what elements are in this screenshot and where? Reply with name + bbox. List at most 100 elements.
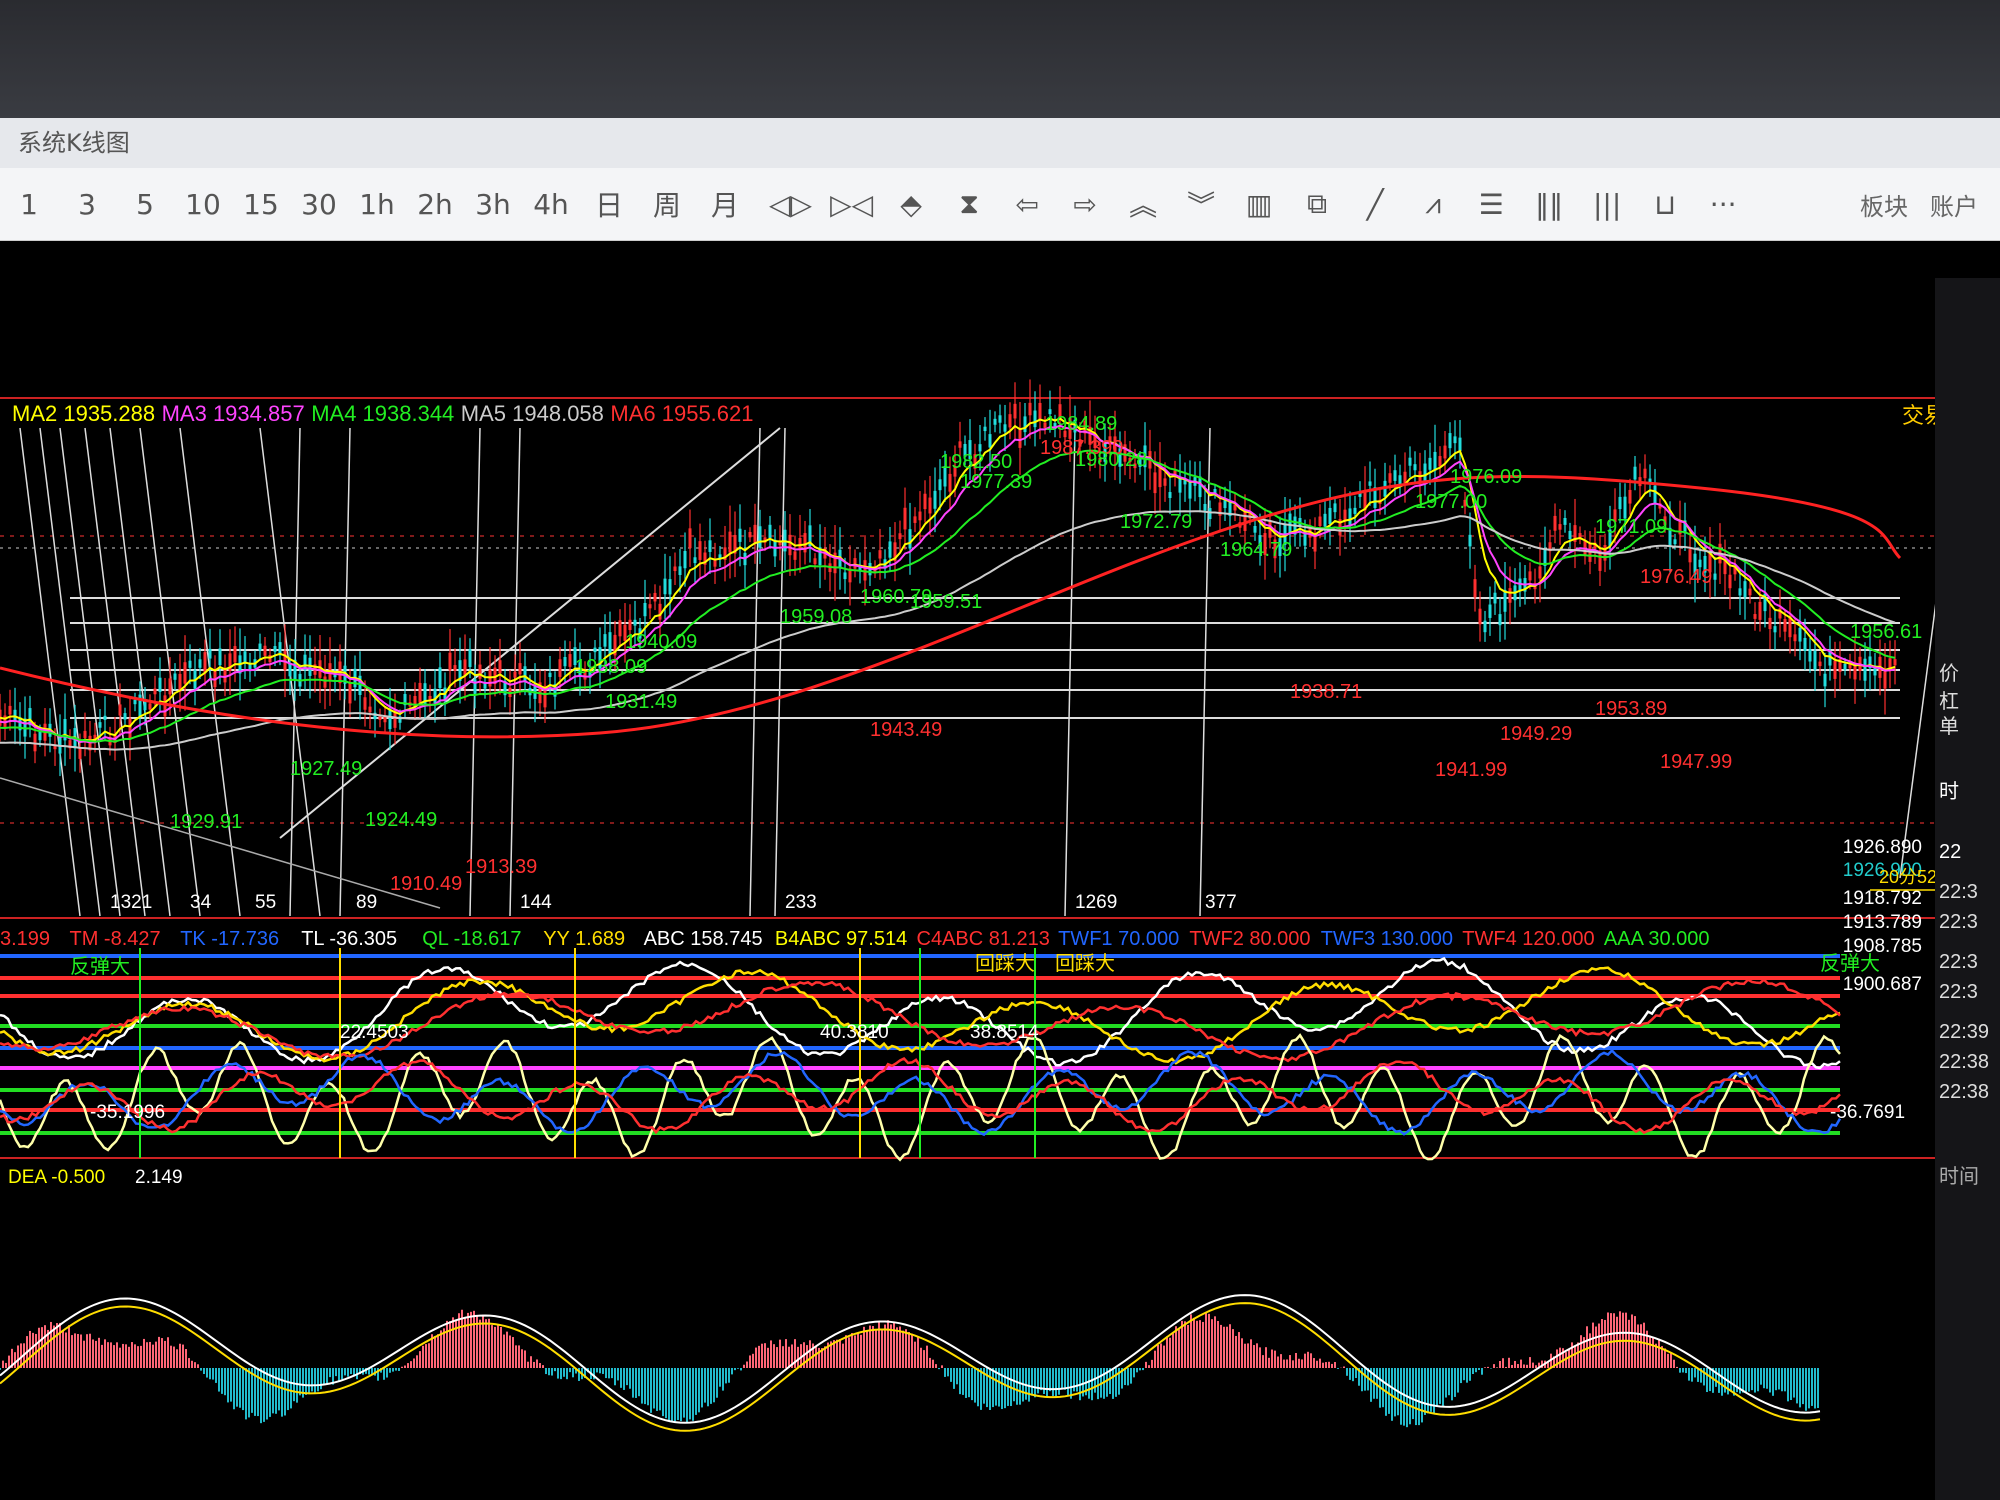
candle-body (1818, 661, 1822, 667)
price-extreme-label: 1980.28 (1075, 449, 1147, 471)
candle-body (388, 708, 392, 730)
indicator-annotation: 回踩大 (975, 952, 1035, 975)
bars-icon[interactable]: ‖‖ (1529, 188, 1569, 221)
candle-body (1468, 534, 1472, 547)
candle-body (518, 663, 522, 675)
zigzag-icon[interactable]: ⩘ (1413, 187, 1453, 221)
candle-body (1413, 464, 1417, 471)
candle-body (218, 648, 222, 666)
candle-body (1538, 566, 1542, 579)
candle-body (1188, 480, 1192, 499)
candle-body (1448, 433, 1452, 449)
indicator-value-label: -36.7691 (1830, 1102, 1905, 1123)
period-button-1[interactable]: 3 (67, 188, 107, 221)
layout-icon[interactable]: ▥ (1239, 188, 1279, 221)
candle-body (273, 646, 277, 652)
indicator-annotation: 反弹大 (1820, 952, 1880, 975)
candle-body (163, 695, 167, 717)
period-button-0[interactable]: 1 (9, 188, 49, 221)
candle-body (368, 706, 372, 713)
list-icon[interactable]: ☰ (1471, 188, 1511, 221)
macd-legend-0: DEA -0.500 (8, 1167, 105, 1188)
candle-body (348, 682, 352, 704)
period-buttons: 1 3 5 10 15 30 1h 2h 3h 4h 日周月 (0, 184, 754, 224)
double-up-icon[interactable]: ︽ (1123, 184, 1163, 224)
period-button-4[interactable]: 15 (241, 188, 281, 221)
price-extreme-label: 1971.09 (1595, 516, 1667, 538)
fib-vertical-line (19, 427, 81, 917)
period-button-5[interactable]: 30 (299, 188, 339, 221)
monitor-bezel (0, 0, 2000, 120)
candle-body (1008, 414, 1012, 428)
draw-line-icon[interactable]: ╱ (1355, 188, 1395, 221)
candle-body (258, 643, 262, 651)
candle-body (1018, 428, 1022, 448)
moving-average-line (0, 424, 1896, 744)
candle-body (1823, 673, 1827, 687)
candle-body (988, 434, 992, 448)
candle-body (1348, 508, 1352, 525)
indicator-legend-4: QL -18.617 (422, 928, 521, 950)
expand-icon[interactable]: ▷◁ (830, 188, 873, 221)
indicator-legend-5: YY 1.689 (543, 928, 625, 950)
candle-body (83, 730, 87, 738)
candle-body (958, 441, 962, 448)
period-button-8[interactable]: 3h (473, 188, 513, 221)
candle-body (173, 673, 177, 680)
right-panel-text: 价 (1939, 663, 1959, 685)
indicator-value-label: 38.8514 (970, 1022, 1039, 1043)
arrow-right-icon[interactable]: ⇨ (1065, 188, 1105, 221)
candle-body (263, 645, 267, 656)
candle-body (438, 667, 442, 688)
candle-body (78, 747, 82, 759)
candle-body (1353, 507, 1357, 514)
chart-type-icon[interactable]: ⊔ (1645, 188, 1685, 221)
period-button-11[interactable]: 周 (647, 184, 687, 224)
price-extreme-label: 1938.71 (1290, 681, 1362, 703)
candle-body (1728, 574, 1732, 589)
candle-body (1863, 658, 1867, 681)
period-button-6[interactable]: 1h (357, 188, 397, 221)
period-button-10[interactable]: 日 (589, 184, 629, 224)
period-button-12[interactable]: 月 (705, 184, 745, 224)
candle-body (128, 718, 132, 739)
chart-area[interactable]: MA2 1935.288 MA3 1934.857 MA4 1938.344 MA5 … (0, 278, 1990, 1500)
candle-body (1423, 463, 1427, 483)
candle-body (1013, 403, 1017, 419)
candle-body (188, 660, 192, 668)
zoom-vertical-icon[interactable]: ⬘ (891, 188, 931, 221)
toolbar-right-item-1[interactable]: 账户 (1930, 187, 1978, 222)
candle-body (1758, 601, 1762, 620)
candle-body (648, 604, 652, 609)
period-button-3[interactable]: 10 (183, 188, 223, 221)
candle-body (1333, 503, 1337, 513)
period-button-9[interactable]: 4h (531, 188, 571, 221)
fib-vertical-line (774, 427, 786, 917)
columns-icon[interactable]: ||| (1587, 188, 1627, 221)
period-button-2[interactable]: 5 (125, 188, 165, 221)
candle-body (633, 619, 637, 626)
price-extreme-label: 1924.49 (365, 809, 437, 831)
toolbar-right-item-0[interactable]: 板块 (1860, 187, 1908, 222)
double-down-icon[interactable]: ︾ (1181, 184, 1221, 224)
candle-body (653, 592, 657, 602)
period-button-7[interactable]: 2h (415, 188, 455, 221)
price-extreme-label: 1972.79 (1120, 511, 1192, 533)
candle-body (1023, 416, 1027, 433)
windows-icon[interactable]: ⧉ (1297, 187, 1337, 221)
fib-count-label: 55 (255, 892, 276, 913)
candle-body (1163, 478, 1167, 486)
candle-body (983, 426, 987, 432)
fib-count-label: 34 (190, 892, 212, 913)
candle-body (453, 665, 457, 671)
hourglass-icon[interactable]: ⧗ (949, 187, 989, 221)
candle-body (123, 713, 127, 720)
candle-body (168, 678, 172, 695)
more-icon[interactable]: ··· (1703, 188, 1743, 221)
kline-chart[interactable]: MA2 1935.288 MA3 1934.857 MA4 1938.344 MA5 … (0, 278, 1990, 1500)
toolbar: 1 3 5 10 15 30 1h 2h 3h 4h 日周月 ◁▷ ▷◁ ⬘ ⧗ ⇦ ⇨ ︽ ︾ ▥… (0, 168, 2000, 241)
candle-body (433, 688, 437, 704)
right-panel-text: 22:3 (1939, 951, 1978, 973)
arrow-left-icon[interactable]: ⇦ (1007, 188, 1047, 221)
shrink-left-icon[interactable]: ◁▷ (769, 188, 812, 221)
